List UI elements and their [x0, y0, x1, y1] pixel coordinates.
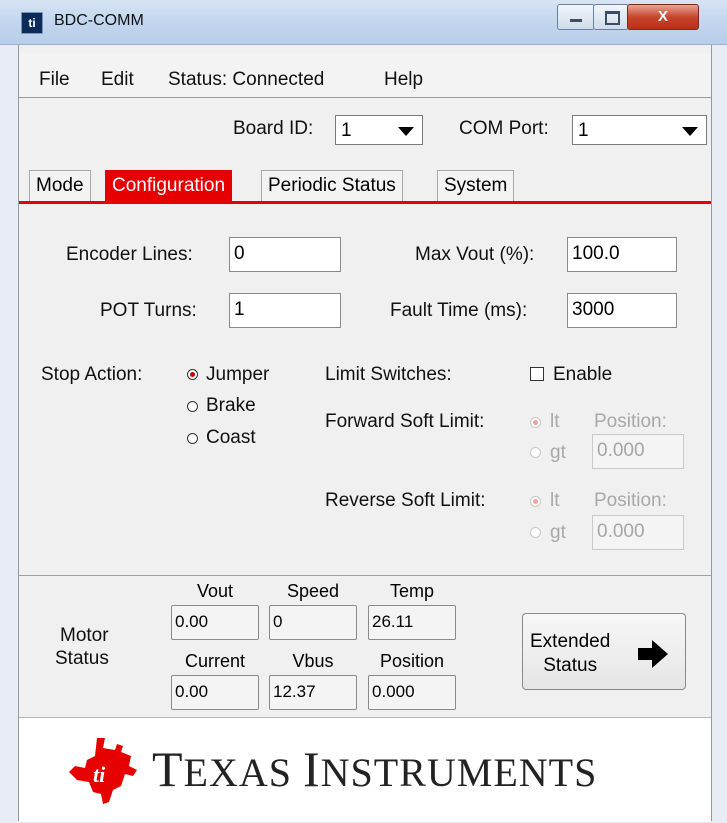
- reverse-soft-limit-label: Reverse Soft Limit:: [325, 490, 486, 511]
- tab-configuration[interactable]: Configuration: [105, 170, 233, 201]
- tab-periodic-status[interactable]: Periodic Status: [261, 170, 403, 201]
- com-port-value: 1: [578, 120, 589, 141]
- reverse-gt-radio[interactable]: [530, 527, 541, 538]
- stop-jumper-label: Jumper: [206, 364, 270, 385]
- reverse-position-input[interactable]: 0.000: [592, 515, 684, 550]
- max-vout-label: Max Vout (%):: [415, 244, 535, 265]
- menu-file[interactable]: File: [39, 69, 70, 91]
- maximize-icon: [605, 11, 620, 25]
- stop-brake-label: Brake: [206, 395, 256, 416]
- position-label: Position: [379, 651, 445, 671]
- forward-soft-limit-label: Forward Soft Limit:: [325, 411, 485, 432]
- extended-status-line1: Extended: [530, 631, 611, 652]
- stop-coast-label: Coast: [206, 427, 256, 448]
- motor-status-label-line2: Status: [55, 648, 109, 669]
- minimize-button[interactable]: [557, 4, 595, 30]
- ti-app-icon: ti: [21, 12, 43, 34]
- menu-bar: File Edit Status: Connected Help: [19, 53, 711, 98]
- forward-position-label: Position:: [594, 411, 667, 432]
- forward-gt-radio[interactable]: [530, 447, 541, 458]
- extended-status-line2: Status: [543, 655, 598, 676]
- temp-label: Temp: [389, 581, 434, 601]
- dropdown-arrow-icon: [682, 127, 698, 136]
- app-window: ti BDC-COMM X File Edit Status: Connecte…: [0, 0, 727, 823]
- com-port-label: COM Port:: [459, 118, 549, 139]
- limit-switches-label: Limit Switches:: [325, 364, 452, 385]
- ti-wordmark: TEXAS INSTRUMENTS: [152, 741, 598, 797]
- arrow-right-icon: [638, 640, 668, 668]
- encoder-lines-label: Encoder Lines:: [66, 244, 193, 265]
- current-label: Current: [184, 651, 246, 671]
- reverse-position-label: Position:: [594, 490, 667, 511]
- vbus-label: Vbus: [292, 651, 334, 671]
- close-button[interactable]: X: [627, 4, 699, 30]
- stop-jumper-radio[interactable]: [187, 369, 198, 380]
- tab-system[interactable]: System: [437, 170, 515, 201]
- window-title: BDC-COMM: [54, 12, 144, 29]
- vout-value: 0.00: [171, 605, 259, 640]
- extended-status-label: Extended Status: [530, 630, 610, 678]
- title-bar[interactable]: ti BDC-COMM X: [0, 0, 727, 45]
- board-id-select[interactable]: 1: [335, 115, 423, 145]
- com-port-select[interactable]: 1: [572, 115, 707, 145]
- tab-underline: [19, 201, 711, 204]
- position-value: 0.000: [368, 675, 456, 710]
- menu-edit[interactable]: Edit: [101, 69, 134, 91]
- tab-mode[interactable]: Mode: [29, 170, 91, 201]
- forward-lt-label: lt: [550, 411, 560, 432]
- vout-label: Vout: [196, 581, 234, 601]
- stop-brake-radio[interactable]: [187, 401, 198, 412]
- limit-enable-label: Enable: [553, 364, 613, 385]
- max-vout-input[interactable]: 100.0: [567, 237, 677, 272]
- status-separator: [19, 575, 711, 576]
- stop-action-label: Stop Action:: [41, 364, 143, 385]
- encoder-lines-input[interactable]: 0: [229, 237, 341, 272]
- svg-text:ti: ti: [93, 762, 106, 787]
- board-id-label: Board ID:: [233, 118, 314, 139]
- limit-enable-checkbox[interactable]: [530, 367, 544, 381]
- ti-logo-icon: ti: [69, 738, 137, 804]
- dropdown-arrow-icon: [398, 127, 414, 136]
- menu-status[interactable]: Status: Connected: [168, 69, 324, 91]
- pot-turns-label: POT Turns:: [100, 300, 197, 321]
- vbus-value: 12.37: [269, 675, 357, 710]
- current-value: 0.00: [171, 675, 259, 710]
- forward-gt-label: gt: [550, 442, 566, 463]
- maximize-button[interactable]: [593, 4, 629, 30]
- fault-time-input[interactable]: 3000: [567, 293, 677, 328]
- motor-status-label-line1: Motor: [60, 625, 109, 646]
- minimize-icon: [570, 19, 582, 22]
- reverse-lt-label: lt: [550, 490, 560, 511]
- menu-help[interactable]: Help: [384, 69, 423, 91]
- ti-logo-banner: ti TEXAS INSTRUMENTS: [19, 717, 711, 822]
- forward-lt-radio[interactable]: [530, 417, 541, 428]
- temp-value: 26.11: [368, 605, 456, 640]
- speed-value: 0: [269, 605, 357, 640]
- reverse-lt-radio[interactable]: [530, 496, 541, 507]
- board-id-value: 1: [341, 120, 352, 141]
- client-area: File Edit Status: Connected Help Board I…: [18, 45, 712, 822]
- forward-position-input[interactable]: 0.000: [592, 434, 684, 469]
- pot-turns-input[interactable]: 1: [229, 293, 341, 328]
- stop-coast-radio[interactable]: [187, 433, 198, 444]
- extended-status-button[interactable]: Extended Status: [522, 613, 686, 690]
- fault-time-label: Fault Time (ms):: [390, 300, 528, 321]
- speed-label: Speed: [286, 581, 340, 601]
- reverse-gt-label: gt: [550, 522, 566, 543]
